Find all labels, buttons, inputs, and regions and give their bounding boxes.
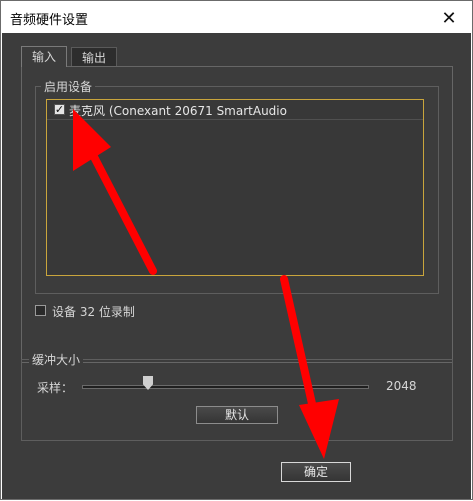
enabled-devices-group: 启用设备 ✓ 麦克风 (Conexant 20671 SmartAudio xyxy=(35,78,439,294)
bit32-checkbox[interactable] xyxy=(35,305,46,316)
dialog-body: 输入 输出 启用设备 ✓ 麦克风 (Conexant 20671 SmartAu… xyxy=(2,33,471,499)
device-list[interactable]: ✓ 麦克风 (Conexant 20671 SmartAudio xyxy=(46,99,424,276)
default-button[interactable]: 默认 xyxy=(196,406,278,424)
close-icon: ✕ xyxy=(441,7,457,29)
checkmark-icon: ✓ xyxy=(54,103,65,116)
buffer-size-group: 缓冲大小 采样： 2048 默认 xyxy=(21,351,453,441)
ok-button[interactable]: 确定 xyxy=(281,462,351,482)
tab-output[interactable]: 输出 xyxy=(71,47,117,67)
bit32-label: 设备 32 位录制 xyxy=(52,305,135,319)
tab-input[interactable]: 输入 xyxy=(21,46,67,67)
title-bar: 音频硬件设置 ✕ xyxy=(2,2,471,33)
samples-slider[interactable] xyxy=(82,385,369,389)
samples-value: 2048 xyxy=(386,379,417,393)
input-tab-panel: 启用设备 ✓ 麦克风 (Conexant 20671 SmartAudio 设备… xyxy=(21,66,453,363)
device-label: 麦克风 (Conexant 20671 SmartAudio xyxy=(69,104,287,118)
enabled-devices-title: 启用设备 xyxy=(41,78,96,95)
list-item[interactable]: ✓ 麦克风 (Conexant 20671 SmartAudio xyxy=(47,100,423,120)
device-checkbox[interactable]: ✓ xyxy=(54,104,65,115)
close-button[interactable]: ✕ xyxy=(437,6,461,30)
audio-hardware-dialog: 音频硬件设置 ✕ 输入 输出 启用设备 ✓ 麦克风 (Conexant 2067… xyxy=(0,0,473,500)
window-title: 音频硬件设置 xyxy=(10,13,89,28)
samples-label: 采样： xyxy=(37,381,74,395)
buffer-size-title: 缓冲大小 xyxy=(29,351,84,368)
